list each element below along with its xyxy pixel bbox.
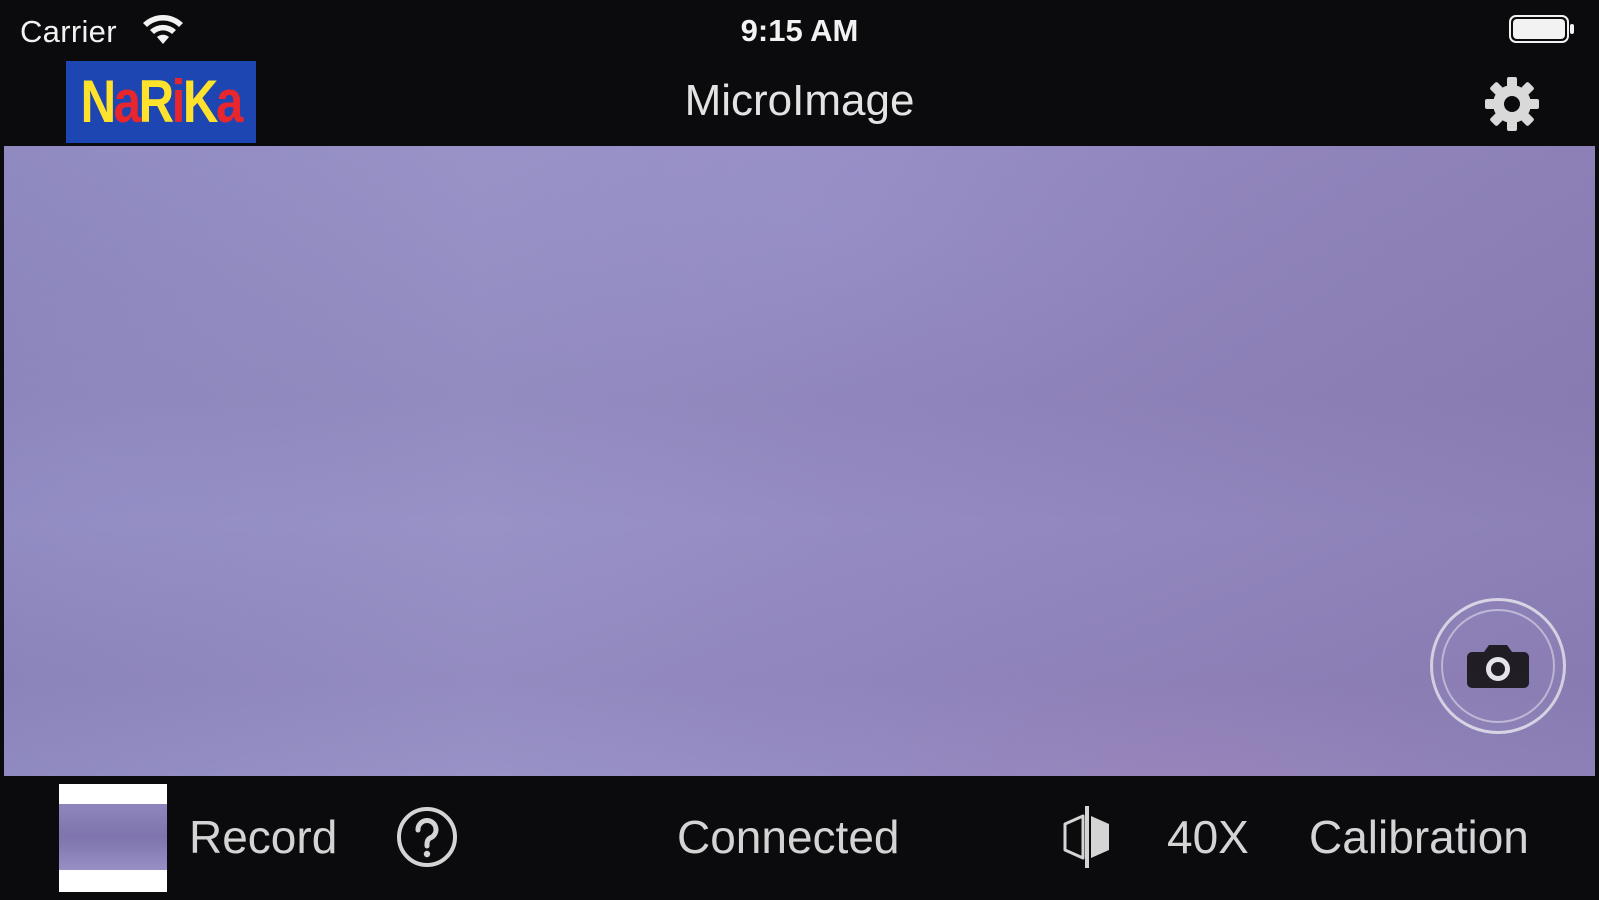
connection-status: Connected bbox=[677, 811, 900, 863]
question-circle-icon[interactable] bbox=[396, 806, 458, 868]
capture-ring bbox=[1441, 609, 1555, 723]
thumbnail-image bbox=[59, 804, 167, 870]
gear-icon[interactable] bbox=[1483, 75, 1541, 133]
last-capture-thumbnail[interactable] bbox=[59, 784, 167, 892]
light-toggle-icon[interactable] bbox=[1052, 802, 1122, 872]
record-button[interactable]: Record bbox=[189, 810, 337, 864]
bottom-toolbar: Record Connected 40X Calibration bbox=[0, 776, 1599, 900]
microscope-live-view bbox=[4, 146, 1595, 776]
page-title: MicroImage bbox=[684, 76, 915, 125]
status-bar: Carrier 9:15 AM bbox=[0, 0, 1599, 58]
magnification-button[interactable]: 40X bbox=[1167, 810, 1249, 864]
calibration-button[interactable]: Calibration bbox=[1309, 810, 1529, 864]
nav-bar: NaRiKa MicroImage bbox=[0, 58, 1599, 146]
clock: 9:15 AM bbox=[740, 13, 859, 48]
capture-button[interactable] bbox=[1430, 598, 1566, 734]
camera-icon bbox=[1467, 645, 1529, 688]
battery-icon bbox=[1509, 15, 1574, 43]
app-screen: Carrier 9:15 AM NaRiKa MicroImage Record… bbox=[0, 0, 1599, 900]
